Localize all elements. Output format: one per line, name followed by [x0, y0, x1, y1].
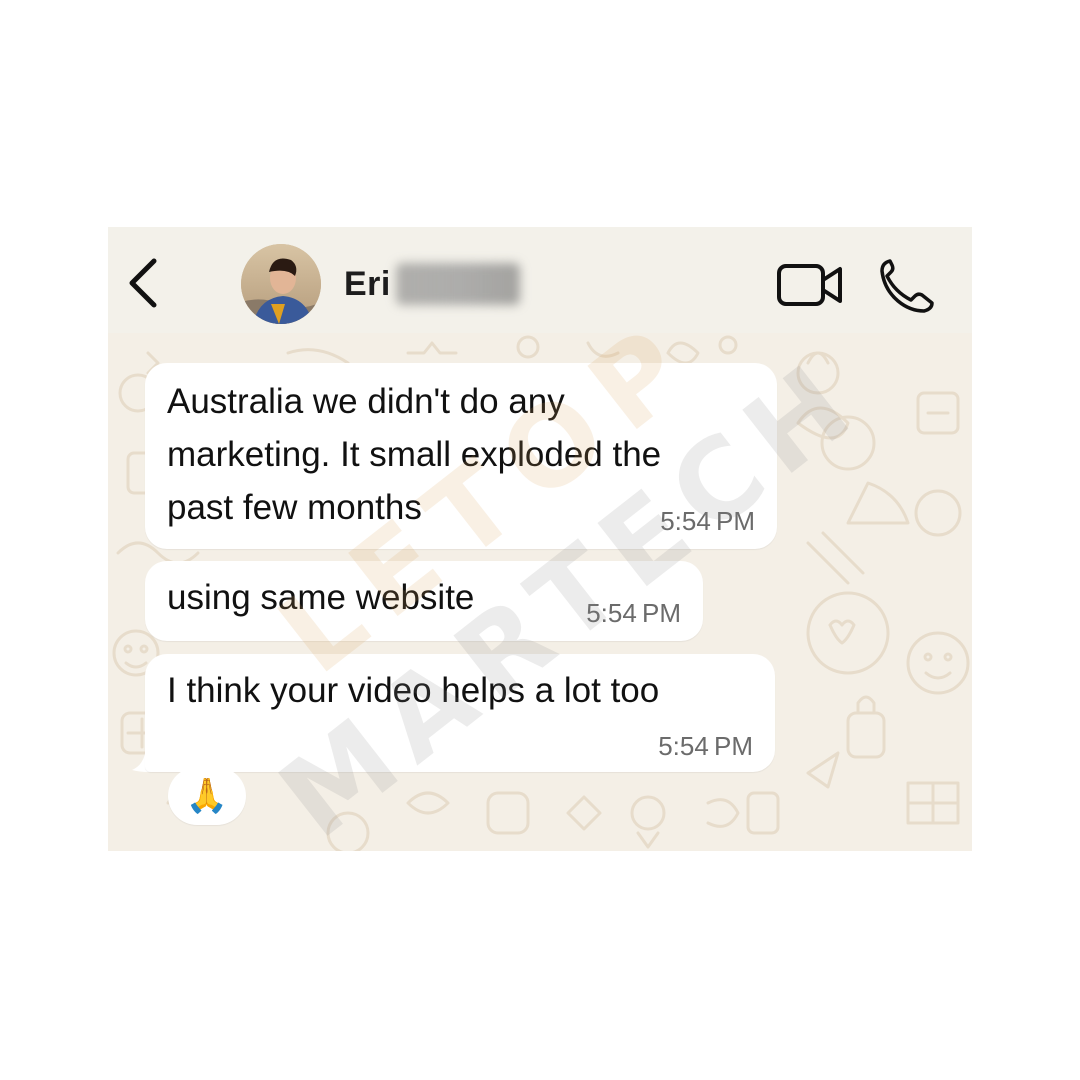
message-timestamp: 5:54 PM [658, 731, 753, 761]
contact-avatar[interactable] [241, 244, 321, 324]
message-timestamp: 5:54 PM [586, 598, 681, 628]
contact-name-area[interactable]: Eri [344, 263, 524, 307]
chevron-left-icon [129, 258, 157, 308]
voice-call-button[interactable] [878, 257, 934, 313]
phone-icon [880, 259, 934, 313]
avatar-photo [241, 244, 321, 324]
message-reaction[interactable]: 🙏 [168, 767, 246, 825]
message-timestamp: 5:54 PM [660, 506, 755, 536]
message-bubble[interactable]: using same website 5:54 PM [145, 561, 703, 641]
message-text: using same website [167, 578, 475, 617]
chat-window: Eri Australia we didn't do any marketing… [108, 227, 972, 851]
message-text: Australia we didn't do any marketing. It… [167, 382, 662, 527]
contact-name: Eri [344, 265, 391, 303]
message-bubble[interactable]: Australia we didn't do any marketing. It… [145, 363, 777, 549]
video-camera-icon [777, 264, 842, 306]
name-redaction-blur [396, 263, 520, 305]
message-bubble[interactable]: I think your video helps a lot too 5:54 … [145, 654, 775, 772]
video-call-button[interactable] [776, 261, 846, 309]
back-button[interactable] [122, 255, 166, 311]
chat-header: Eri [108, 227, 972, 333]
message-text: I think your video helps a lot too [167, 671, 660, 710]
